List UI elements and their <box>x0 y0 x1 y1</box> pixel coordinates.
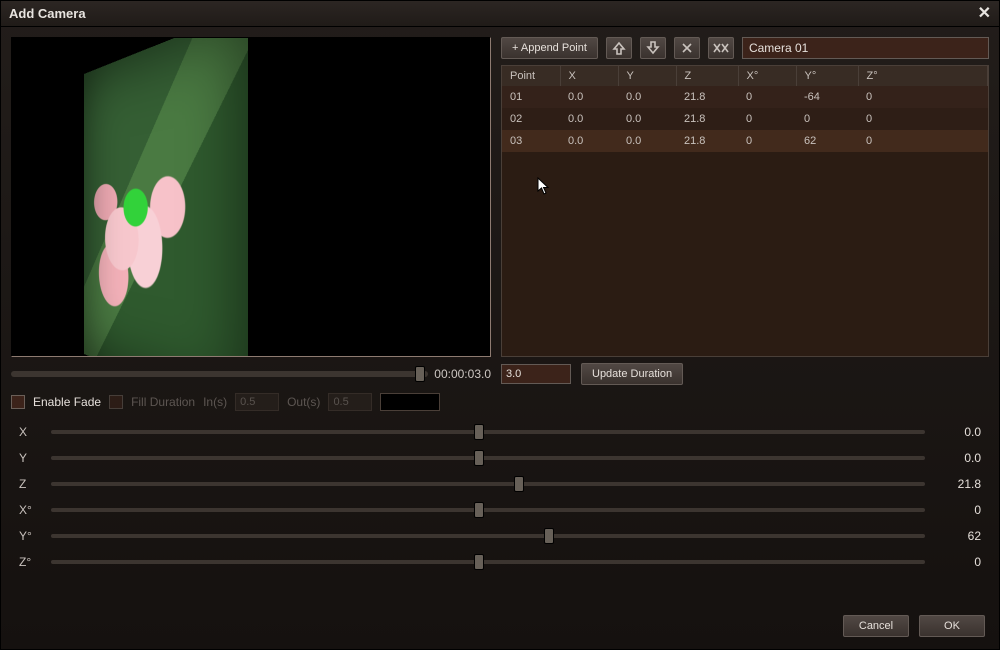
slider-track[interactable] <box>51 482 925 486</box>
append-point-button[interactable]: + Append Point <box>501 37 598 59</box>
update-duration-button[interactable]: Update Duration <box>581 363 683 385</box>
slider-row: Z 21.8 <box>19 477 981 491</box>
enable-fade-checkbox[interactable] <box>11 395 25 409</box>
fade-color-swatch[interactable] <box>380 393 440 411</box>
fade-in-label: In(s) <box>203 395 227 409</box>
slider-thumb[interactable] <box>544 528 554 544</box>
slider-label: Y° <box>19 529 39 543</box>
slider-value: 0.0 <box>937 425 981 439</box>
slider-track[interactable] <box>51 430 925 434</box>
fade-out-input[interactable] <box>328 393 372 411</box>
enable-fade-label: Enable Fade <box>33 395 101 409</box>
cancel-button[interactable]: Cancel <box>843 615 909 637</box>
slider-row: Z° 0 <box>19 555 981 569</box>
slider-track[interactable] <box>51 560 925 564</box>
slider-thumb[interactable] <box>474 450 484 466</box>
slider-label: Y <box>19 451 39 465</box>
slider-row: Y° 62 <box>19 529 981 543</box>
slider-track[interactable] <box>51 534 925 538</box>
timeline-time: 00:00:03.0 <box>434 367 491 381</box>
slider-track[interactable] <box>51 456 925 460</box>
table-row[interactable]: 030.00.021.80620 <box>502 130 988 152</box>
preview-viewport[interactable] <box>11 37 491 357</box>
slider-label: X° <box>19 503 39 517</box>
slider-value: 0 <box>937 555 981 569</box>
ok-button[interactable]: OK <box>919 615 985 637</box>
dialog-title: Add Camera <box>9 1 86 27</box>
slider-label: X <box>19 425 39 439</box>
close-icon[interactable]: ✕ <box>978 1 991 27</box>
duration-input[interactable] <box>501 364 571 384</box>
fill-duration-checkbox[interactable] <box>109 395 123 409</box>
fill-duration-label: Fill Duration <box>131 395 195 409</box>
slider-row: X 0.0 <box>19 425 981 439</box>
move-up-icon[interactable] <box>606 37 632 59</box>
fade-out-label: Out(s) <box>287 395 320 409</box>
timeline-thumb[interactable] <box>415 366 425 382</box>
slider-value: 21.8 <box>937 477 981 491</box>
points-table[interactable]: Point X Y Z X° Y° Z° 010.00.021.80-64002… <box>501 65 989 357</box>
slider-thumb[interactable] <box>514 476 524 492</box>
slider-label: Z° <box>19 555 39 569</box>
camera-name-input[interactable] <box>742 37 989 59</box>
table-row[interactable]: 010.00.021.80-640 <box>502 86 988 108</box>
slider-thumb[interactable] <box>474 502 484 518</box>
delete-all-icon[interactable] <box>708 37 734 59</box>
table-header-row: Point X Y Z X° Y° Z° <box>502 66 988 86</box>
slider-row: X° 0 <box>19 503 981 517</box>
slider-value: 0 <box>937 503 981 517</box>
slider-track[interactable] <box>51 508 925 512</box>
delete-point-icon[interactable] <box>674 37 700 59</box>
move-down-icon[interactable] <box>640 37 666 59</box>
fade-in-input[interactable] <box>235 393 279 411</box>
slider-value: 62 <box>937 529 981 543</box>
slider-thumb[interactable] <box>474 424 484 440</box>
slider-row: Y 0.0 <box>19 451 981 465</box>
point-toolbar: + Append Point <box>501 37 989 59</box>
timeline-track[interactable] <box>11 371 428 377</box>
add-camera-dialog: Add Camera ✕ + Append Point Point X <box>0 0 1000 650</box>
slider-thumb[interactable] <box>474 554 484 570</box>
table-row[interactable]: 020.00.021.8000 <box>502 108 988 130</box>
slider-value: 0.0 <box>937 451 981 465</box>
slider-label: Z <box>19 477 39 491</box>
titlebar: Add Camera ✕ <box>1 1 999 27</box>
